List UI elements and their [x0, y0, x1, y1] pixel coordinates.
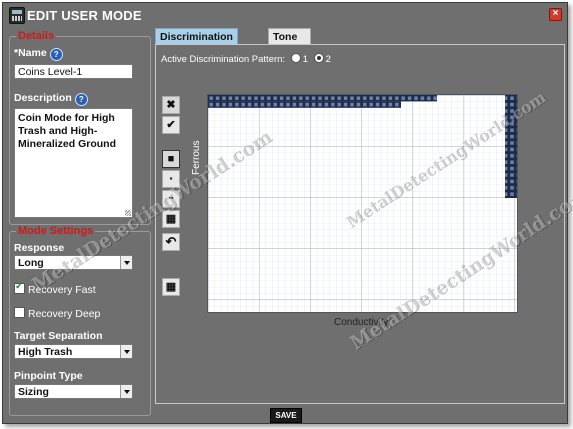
- recovery-fast-label: Recovery Fast: [28, 284, 96, 296]
- textarea-resize-grip[interactable]: [125, 210, 131, 216]
- mode-settings-group: Mode Settings Response Long Recovery Fas…: [9, 225, 151, 416]
- target-separation-select[interactable]: High Trash: [14, 344, 133, 359]
- active-pattern-row: Active Discrimination Pattern: 1 2: [161, 53, 331, 65]
- pinpoint-type-value: Sizing: [18, 386, 49, 398]
- grid-toggle-icon: ▦: [165, 281, 177, 293]
- brush-large-button[interactable]: ■: [162, 150, 180, 168]
- discrimination-grid[interactable]: [207, 94, 518, 313]
- undo-button[interactable]: ↶: [162, 233, 180, 251]
- recovery-deep-label: Recovery Deep: [28, 308, 101, 320]
- name-input[interactable]: Coins Level-1: [14, 64, 133, 79]
- response-select[interactable]: Long: [14, 255, 133, 270]
- reject-all-button[interactable]: ✖: [162, 96, 180, 114]
- pinpoint-type-select[interactable]: Sizing: [14, 384, 133, 399]
- mode-settings-legend: Mode Settings: [16, 225, 96, 237]
- description-label: Description?: [14, 92, 88, 106]
- pattern-1-radio[interactable]: [290, 53, 301, 63]
- pattern-2-label: 2: [325, 54, 331, 65]
- reject-all-icon: ✖: [166, 99, 176, 111]
- brush-4-icon: ▪▪: [168, 195, 174, 202]
- brush-small-button[interactable]: ▪: [162, 170, 180, 188]
- name-help-icon[interactable]: ?: [49, 48, 63, 61]
- rejected-cells-row-1: [208, 95, 437, 102]
- pattern-1-label: 1: [302, 54, 309, 65]
- response-label: Response: [14, 242, 65, 254]
- rejected-cells-right-column: [505, 95, 517, 198]
- window-title: EDIT USER MODE: [27, 8, 142, 23]
- brush-small-icon: ▪: [169, 174, 173, 183]
- recovery-deep-row[interactable]: Recovery Deep: [14, 307, 100, 320]
- chevron-down-icon[interactable]: [120, 385, 132, 398]
- ferrous-axis-label: Ferrous: [191, 140, 202, 175]
- target-separation-label: Target Separation: [14, 330, 103, 342]
- undo-icon: ↶: [165, 234, 177, 249]
- pinpoint-type-label: Pinpoint Type: [14, 370, 83, 382]
- title-bar: EDIT USER MODE ×: [3, 3, 567, 27]
- discrimination-grid-svg[interactable]: [208, 95, 517, 312]
- description-help-icon[interactable]: ?: [74, 93, 88, 106]
- chevron-down-icon[interactable]: [120, 256, 132, 269]
- tab-tone-id-profile[interactable]: Tone ID Profile: [268, 28, 311, 75]
- recovery-deep-checkbox[interactable]: [14, 307, 25, 318]
- recovery-fast-checkbox[interactable]: [14, 281, 25, 294]
- target-separation-value: High Trash: [18, 346, 73, 358]
- left-settings-panel: Details *Name? Coins Level-1 Description…: [9, 30, 151, 419]
- right-pattern-panel: Discrimination Pattern Tone ID Profile A…: [155, 28, 565, 406]
- close-button[interactable]: ×: [549, 8, 562, 21]
- active-pattern-label: Active Discrimination Pattern:: [161, 54, 286, 65]
- recovery-fast-row[interactable]: Recovery Fast: [14, 281, 96, 296]
- brush-4-button[interactable]: ▪▪: [162, 190, 180, 208]
- grid-toggle-button[interactable]: ▦: [162, 278, 180, 296]
- conductivity-axis-label: Conductivity: [334, 317, 389, 328]
- brush-large-icon: ■: [167, 153, 175, 165]
- save-button[interactable]: SAVE: [270, 408, 302, 423]
- accept-all-icon: ✔: [166, 119, 176, 131]
- edit-user-mode-window: EDIT USER MODE × Details *Name? Coins Le…: [2, 2, 568, 424]
- name-label: *Name?: [14, 47, 63, 61]
- discrimination-pattern-pane: Active Discrimination Pattern: 1 2 ✖ ✔ ■…: [155, 44, 565, 404]
- accept-all-button[interactable]: ✔: [162, 116, 180, 134]
- brush-9-icon: ▦: [165, 213, 177, 225]
- detector-app-icon: [9, 7, 25, 24]
- brush-9-button[interactable]: ▦: [162, 210, 180, 228]
- description-text: Coin Mode for High Trash and High-Minera…: [18, 112, 117, 150]
- chevron-down-icon[interactable]: [120, 345, 132, 358]
- tab-discrimination-pattern[interactable]: Discrimination Pattern: [155, 28, 238, 59]
- pattern-2-radio[interactable]: [313, 53, 324, 63]
- details-group: Details *Name? Coins Level-1 Description…: [9, 30, 151, 225]
- rejected-cells-row-2: [208, 101, 401, 108]
- details-legend: Details: [16, 30, 57, 42]
- description-textarea[interactable]: Coin Mode for High Trash and High-Minera…: [14, 108, 133, 218]
- response-value: Long: [18, 257, 44, 269]
